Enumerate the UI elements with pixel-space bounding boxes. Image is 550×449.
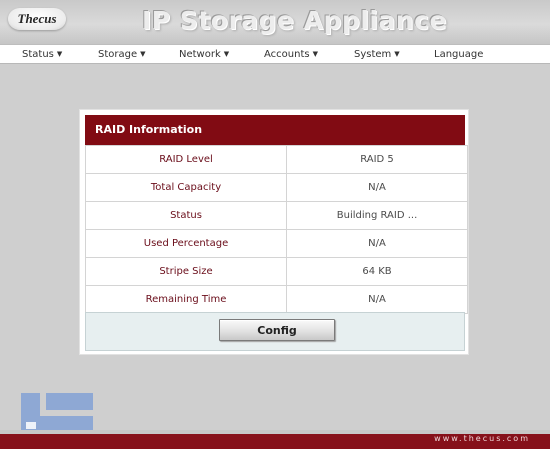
- nav-status-label: Status: [22, 49, 54, 60]
- table-row: Remaining Time N/A: [85, 285, 468, 314]
- nav-network-label: Network: [179, 49, 221, 60]
- caret-down-icon: ▼: [394, 50, 400, 58]
- raid-info-panel: RAID Information RAID Level RAID 5 Total…: [79, 109, 469, 355]
- nav-system[interactable]: System ▼: [354, 47, 400, 63]
- remaining-time-label: Remaining Time: [85, 285, 287, 314]
- panel-title: RAID Information: [85, 115, 465, 145]
- caret-down-icon: ▼: [312, 50, 318, 58]
- nav-accounts[interactable]: Accounts ▼: [264, 47, 318, 63]
- config-area: Config: [85, 312, 465, 351]
- used-percentage-label: Used Percentage: [85, 229, 287, 258]
- total-capacity-value: N/A: [286, 173, 468, 202]
- watermark-block-shape: [46, 393, 93, 410]
- remaining-time-value: N/A: [286, 285, 468, 314]
- nav-status[interactable]: Status ▼: [22, 47, 62, 63]
- footer-url: www.thecus.com: [434, 434, 530, 443]
- table-row: RAID Level RAID 5: [85, 145, 468, 174]
- nav-storage[interactable]: Storage ▼: [98, 47, 146, 63]
- main-nav: Status ▼ Storage ▼ Network ▼ Accounts ▼ Syst…: [0, 44, 550, 64]
- nav-storage-label: Storage: [98, 49, 138, 60]
- thecus-logo: Thecus: [8, 8, 66, 30]
- raid-level-value: RAID 5: [286, 145, 468, 174]
- used-percentage-value: N/A: [286, 229, 468, 258]
- table-row: Stripe Size 64 KB: [85, 257, 468, 286]
- raid-info-table: RAID Level RAID 5 Total Capacity N/A Sta…: [85, 145, 468, 314]
- nav-system-label: System: [354, 49, 392, 60]
- app-title: IP Storage Appliance: [142, 6, 447, 35]
- table-row: Status Building RAID ...: [85, 201, 468, 230]
- stripe-size-label: Stripe Size: [85, 257, 287, 286]
- status-label: Status: [85, 201, 287, 230]
- nav-network[interactable]: Network ▼: [179, 47, 229, 63]
- caret-down-icon: ▼: [223, 50, 230, 58]
- stripe-size-value: 64 KB: [286, 257, 468, 286]
- status-value: Building RAID ...: [286, 201, 468, 230]
- watermark-notch: [26, 422, 36, 429]
- config-button[interactable]: Config: [219, 319, 335, 341]
- app-header: Thecus IP Storage Appliance: [0, 0, 550, 44]
- nav-language-label: Language: [434, 49, 484, 60]
- table-row: Total Capacity N/A: [85, 173, 468, 202]
- total-capacity-label: Total Capacity: [85, 173, 287, 202]
- caret-down-icon: ▼: [140, 50, 146, 58]
- nav-accounts-label: Accounts: [264, 49, 310, 60]
- raid-level-label: RAID Level: [85, 145, 287, 174]
- table-row: Used Percentage N/A: [85, 229, 468, 258]
- caret-down-icon: ▼: [56, 50, 63, 58]
- nav-language[interactable]: Language: [434, 47, 483, 63]
